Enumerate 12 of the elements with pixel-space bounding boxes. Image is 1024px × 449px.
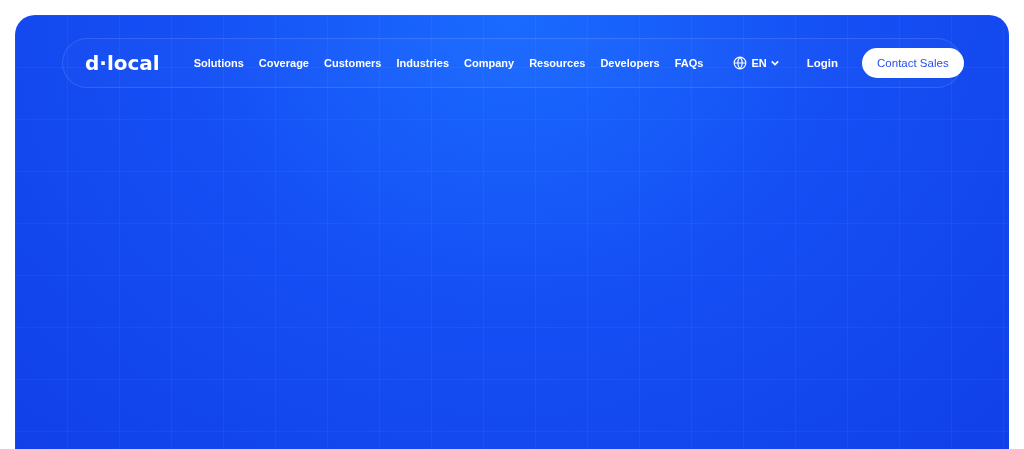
- nav-link[interactable]: Solutions: [193, 57, 244, 69]
- nav-link[interactable]: FAQs: [674, 57, 704, 69]
- nav-link[interactable]: Company: [464, 57, 515, 69]
- nav-link[interactable]: Resources: [529, 57, 586, 69]
- logo[interactable]: d·local: [85, 51, 160, 75]
- nav-link[interactable]: Developers: [600, 57, 660, 69]
- nav-link[interactable]: Customers: [323, 57, 382, 69]
- contact-sales-button[interactable]: Contact Sales: [862, 48, 964, 78]
- nav-link[interactable]: Industries: [396, 57, 449, 69]
- login-link[interactable]: Login: [806, 57, 839, 69]
- language-selector[interactable]: EN: [733, 56, 779, 70]
- nav-link[interactable]: Coverage: [258, 57, 309, 69]
